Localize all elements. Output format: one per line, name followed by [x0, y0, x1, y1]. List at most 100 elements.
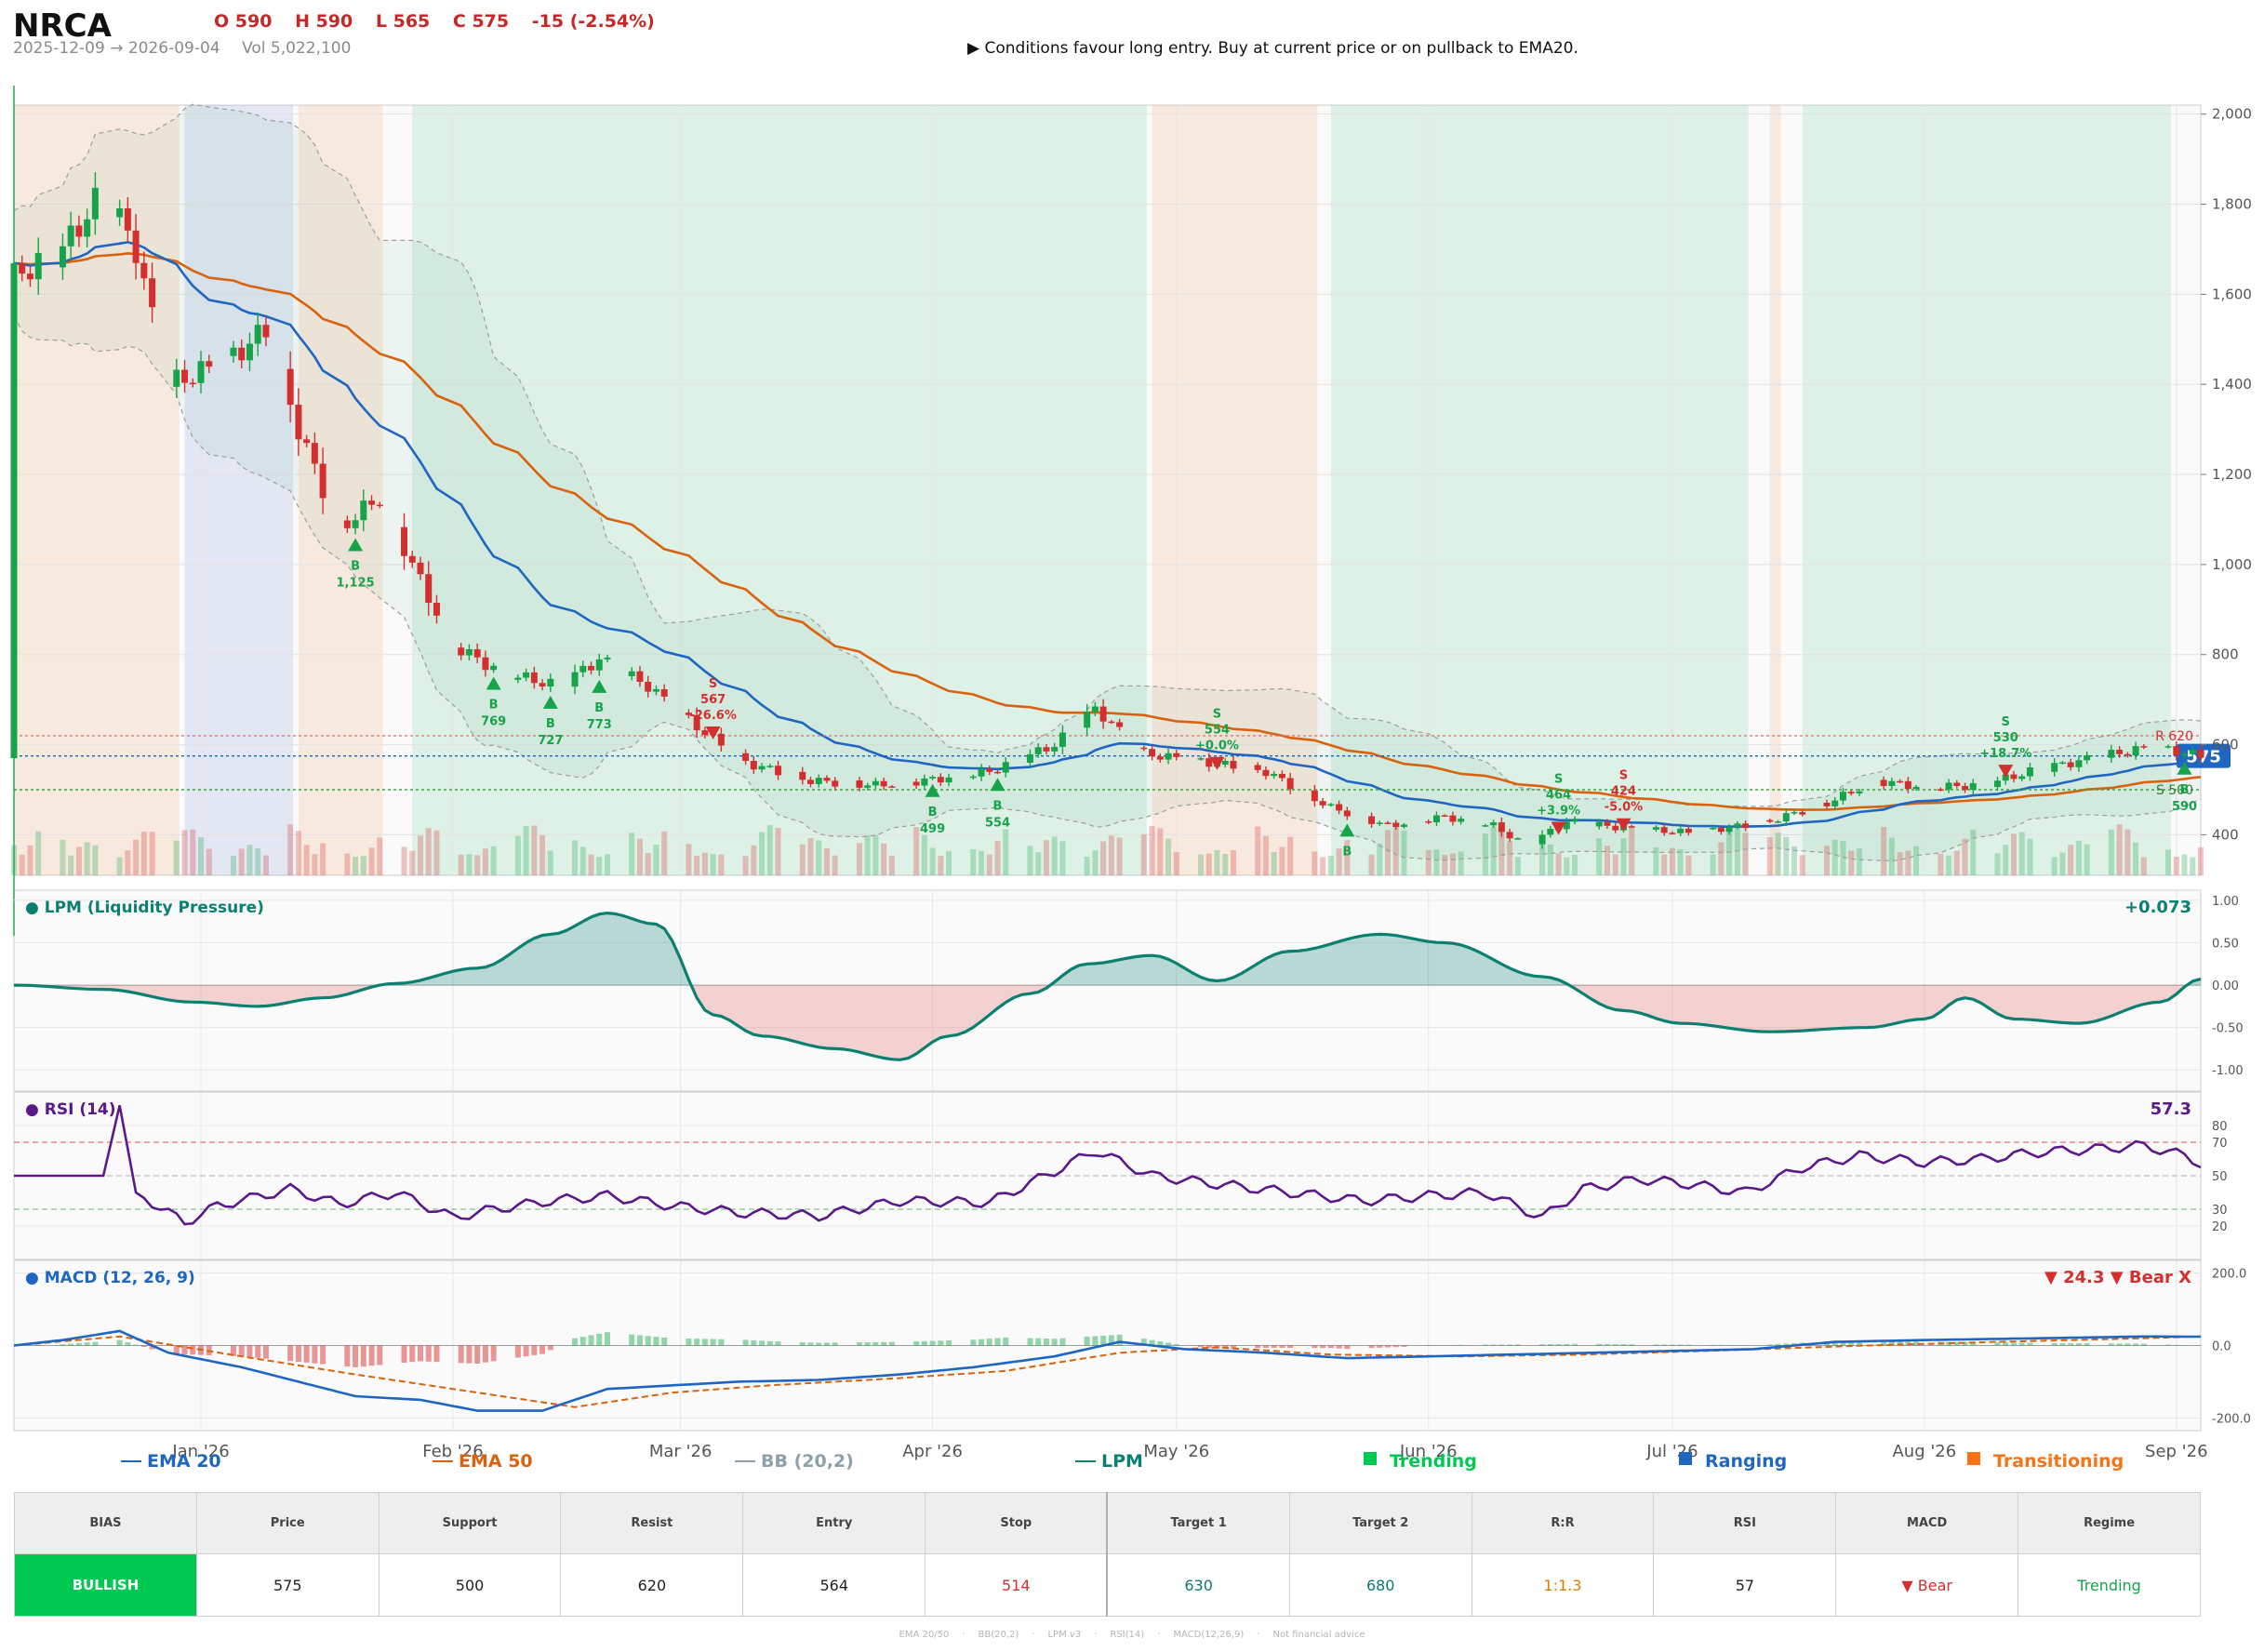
candle-body [1969, 782, 1977, 791]
footer-item: Not financial advice [1272, 1630, 1365, 1640]
candle-body [1116, 722, 1124, 727]
volume-bar [1027, 846, 1033, 875]
macd-histogram-bar [320, 1345, 326, 1365]
sell-pct-label: +0.0% [1195, 739, 1239, 753]
candle-body [823, 778, 831, 781]
volume-bar [661, 831, 668, 875]
candle-body [717, 733, 725, 746]
volume-bar [888, 855, 895, 875]
volume-bar [2084, 844, 2090, 875]
macd-histogram-bar [1255, 1345, 1261, 1349]
macd-histogram-bar [1604, 1343, 1610, 1346]
volume-bar [807, 837, 814, 875]
macd-histogram-bar [751, 1339, 757, 1346]
volume-bar [1100, 841, 1107, 875]
macd-histogram-bar [1653, 1344, 1659, 1346]
price-axis-label: 1,400 [2212, 376, 2252, 393]
resistance-label: R 620 [2155, 729, 2193, 744]
macd-histogram-bar [125, 1342, 131, 1346]
volume-bar [133, 839, 140, 875]
macd-histogram-bar [579, 1337, 586, 1346]
candle-body [1140, 747, 1148, 750]
macd-histogram-bar [629, 1334, 635, 1346]
rsi-last-value: 57.3 [2151, 1099, 2191, 1119]
legend-ranging-label: Ranging [1705, 1451, 1787, 1472]
volume-bar [921, 834, 927, 875]
volume-bar [255, 847, 261, 875]
legend-trending-swatch [1364, 1452, 1377, 1465]
macd-histogram-bar [1336, 1345, 1342, 1349]
volume-bar [474, 855, 481, 875]
candle-body [856, 780, 863, 788]
volume-bar [864, 835, 871, 875]
macd-histogram-bar [946, 1340, 952, 1346]
candle-body [1775, 821, 1782, 823]
candle-body [1084, 712, 1091, 728]
sell-price-label: 554 [1205, 724, 1230, 738]
sell-price-label: 464 [1546, 788, 1571, 802]
macd-histogram-bar [84, 1342, 90, 1346]
macd-histogram-bar [701, 1339, 708, 1346]
volume-bar [2140, 857, 2147, 875]
candle-body [986, 768, 993, 772]
macd-histogram-bar [1514, 1344, 1521, 1346]
candle-body [758, 766, 766, 770]
candle-body [124, 207, 131, 231]
volume-bar [1271, 851, 1277, 875]
macd-histogram-bar [60, 1344, 66, 1346]
chart-legend: EMA 20 EMA 50 BB (20,2) LPM Trending Ranging T… [121, 1451, 2124, 1472]
sell-price-label: 424 [1611, 785, 1636, 799]
candle-body [547, 678, 554, 687]
buy-label: B [993, 799, 1003, 813]
macd-histogram-bar [970, 1339, 977, 1346]
regime-band-transitioning [1769, 105, 1781, 875]
candle-body [872, 780, 879, 786]
macd-histogram-bar [872, 1341, 879, 1346]
candle-body [1425, 821, 1432, 823]
macd-histogram-bar [572, 1338, 579, 1346]
sell-price-label: 567 [700, 693, 726, 707]
volume-bar [710, 854, 716, 875]
volume-bar [1198, 854, 1205, 875]
candle-body [929, 777, 937, 779]
candle-body [295, 405, 302, 440]
price-axis-label: 1,000 [2212, 556, 2252, 573]
volume-bar [938, 856, 944, 875]
macd-histogram-bar [1157, 1341, 1164, 1346]
sell-pct-label: -26.6% [689, 709, 737, 723]
volume-bar [1157, 828, 1164, 875]
candle-body [149, 278, 156, 308]
macd-histogram-bar [344, 1345, 351, 1367]
macd-histogram-bar [2084, 1343, 2090, 1346]
macd-histogram-bar [1392, 1345, 1399, 1348]
volume-bar [636, 838, 643, 875]
volume-bar [913, 827, 920, 875]
candle-body [539, 683, 546, 687]
candle-body [417, 562, 424, 575]
macd-histogram-bar [816, 1342, 822, 1346]
volume-bar [1710, 854, 1716, 875]
buy-label: B [594, 701, 604, 715]
macd-histogram-bar [881, 1341, 887, 1346]
summary-value-target-2: 680 [1288, 1553, 1472, 1617]
candle-body [1571, 819, 1578, 822]
macd-axis-label: -200.0 [2212, 1412, 2251, 1426]
volume-bar [1677, 848, 1684, 875]
macd-histogram-bar [2140, 1343, 2147, 1346]
volume-bar [1953, 850, 1960, 875]
candle-body [636, 671, 644, 682]
candle-body [173, 369, 180, 387]
legend-ranging-swatch [1679, 1452, 1692, 1465]
candle-body [1742, 823, 1750, 829]
volume-bar [466, 854, 473, 875]
macd-histogram-bar [1287, 1345, 1294, 1349]
price-chart[interactable]: R 620S 500575 B1,125B769B727B773S567-26.… [0, 0, 2264, 1488]
macd-histogram-bar [1003, 1337, 1009, 1346]
footer-separator: · [1032, 1630, 1035, 1640]
macd-histogram-bar [523, 1345, 529, 1357]
volume-bar [360, 856, 366, 875]
macd-last-value: ▼ 24.3 ▼ Bear X [2044, 1268, 2191, 1287]
price-axis-label: 1,800 [2212, 196, 2252, 213]
macd-axis-label: 0.0 [2212, 1340, 2231, 1354]
macd-histogram-bar [1173, 1344, 1179, 1346]
